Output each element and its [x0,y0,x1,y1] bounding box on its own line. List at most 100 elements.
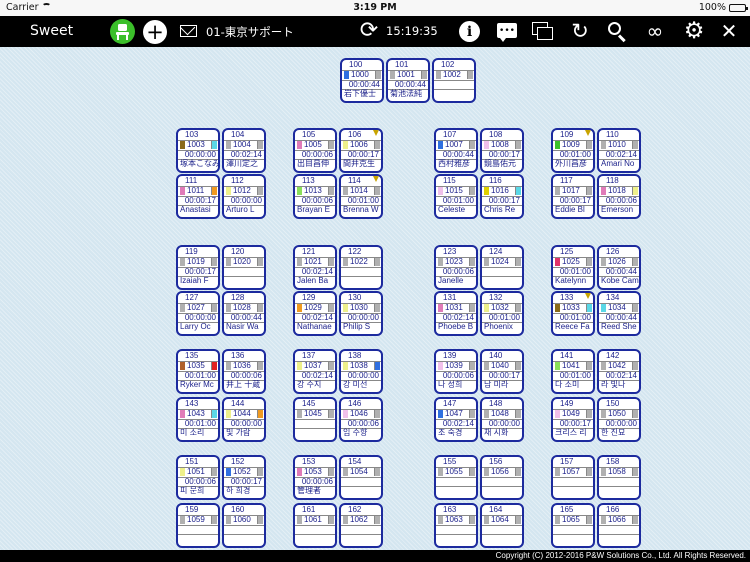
seat-108[interactable]: 108 1008 00:00:17 鏡島佑元 [480,128,524,173]
seat-104[interactable]: 104 1004 00:02:14 澤川定之 [222,128,266,173]
seat-code: 1023 [445,257,463,266]
seat-107[interactable]: 107 1007 00:00:44 西村雅彦 [434,128,478,173]
seat-159[interactable]: 159 1059 [176,503,220,548]
seat-153[interactable]: 153 1053 00:00:06 管理者 [293,455,337,500]
redo-icon[interactable]: ↻ [569,20,591,42]
seat-147[interactable]: 147 1047 00:02:14 조 숙경 [434,397,478,442]
seat-142[interactable]: 142 1042 00:02:14 라 빛나 [597,349,641,394]
elapsed-time: 00:00:17 [488,150,520,159]
seat-109[interactable]: 109 1009 00:01:00 外川昌彦 [551,128,595,173]
add-button[interactable]: + [143,20,167,44]
alert-flag-icon [585,130,591,136]
agent-name: Anastasi [180,205,211,214]
seat-152[interactable]: 152 1052 00:00:17 하 희경 [222,455,266,500]
seat-141[interactable]: 141 1041 00:01:00 다 소미 [551,349,595,394]
seat-105[interactable]: 105 1005 00:00:06 出目昌伸 [293,128,337,173]
seat-163[interactable]: 163 1063 [434,503,478,548]
seat-161[interactable]: 161 1061 [293,503,337,548]
agent-name: 강 미선 [343,380,368,389]
seat-164[interactable]: 164 1064 [480,503,524,548]
seat-136[interactable]: 136 1036 00:00:06 井上 十蔵 [222,349,266,394]
seat-157[interactable]: 157 1057 [551,455,595,500]
seat-162[interactable]: 162 1062 [339,503,383,548]
seat-156[interactable]: 156 1056 [480,455,524,500]
seat-140[interactable]: 140 1040 00:00:17 남 미라 [480,349,524,394]
seat-103[interactable]: 103 1003 00:00:00 塚本こなみ [176,128,220,173]
seat-131[interactable]: 131 1031 00:02:14 Phoebe B [434,291,478,336]
seat-138[interactable]: 138 1038 00:00:00 강 미선 [339,349,383,394]
seat-160[interactable]: 160 1060 [222,503,266,548]
seat-155[interactable]: 155 1055 [434,455,478,500]
seat-143[interactable]: 143 1043 00:01:00 미 소리 [176,397,220,442]
seat-166[interactable]: 166 1066 [597,503,641,548]
seat-number: 106 [348,130,362,139]
seat-116[interactable]: 116 1016 00:00:17 Chris Re [480,174,524,219]
chat-icon[interactable]: ••• [497,23,517,42]
status-color-swatch [297,516,302,524]
seat-123[interactable]: 123 1023 00:00:06 Janelle [434,245,478,290]
store-name[interactable]: 01-東京サポート [206,24,294,40]
seat-134[interactable]: 134 1034 00:00:44 Reed She [597,291,641,336]
seat-148[interactable]: 148 1048 00:00:00 채 시화 [480,397,524,442]
seat-135[interactable]: 135 1035 00:01:00 Ryker Mc [176,349,220,394]
link-icon[interactable]: ∞ [642,21,668,41]
seat-102[interactable]: 102 1002 [432,58,476,103]
seat-145[interactable]: 145 1045 [293,397,337,442]
elapsed-time: 00:00:06 [442,371,474,380]
seat-view-button[interactable] [110,19,135,44]
seat-120[interactable]: 120 1020 [222,245,266,290]
agent-name: Phoebe B [438,322,474,331]
seat-113[interactable]: 113 1013 00:00:06 Brayan E [293,174,337,219]
seat-111[interactable]: 111 1011 00:00:17 Anastasi [176,174,220,219]
seat-122[interactable]: 122 1022 [339,245,383,290]
seat-101[interactable]: 101 1001 00:00:44 菊池法純 [386,58,430,103]
seat-117[interactable]: 117 1017 00:00:17 Eddie Bl [551,174,595,219]
seat-121[interactable]: 121 1021 00:02:14 Jalen Ba [293,245,337,290]
seat-137[interactable]: 137 1037 00:02:14 강 수지 [293,349,337,394]
status-color-swatch-secondary [587,410,592,418]
status-color-swatch-secondary [375,141,380,149]
status-color-swatch-secondary [422,71,427,79]
seat-number: 147 [443,399,457,408]
seat-110[interactable]: 110 1010 00:02:14 Amari No [597,128,641,173]
seat-number: 133 [560,293,574,302]
search-icon[interactable] [607,21,627,43]
seat-165[interactable]: 165 1065 [551,503,595,548]
seat-133[interactable]: 133 1033 00:01:00 Reece Fa [551,291,595,336]
seat-128[interactable]: 128 1028 00:00:44 Nasir Wa [222,291,266,336]
seat-125[interactable]: 125 1025 00:01:00 Katelynn [551,245,595,290]
windows-icon[interactable] [532,22,554,41]
seat-115[interactable]: 115 1015 00:01:00 Celeste [434,174,478,219]
seat-132[interactable]: 132 1032 00:01:00 Phoenix [480,291,524,336]
seat-118[interactable]: 118 1018 00:00:06 Emerson [597,174,641,219]
close-icon[interactable]: ✕ [719,20,739,42]
seat-150[interactable]: 150 1050 00:00:00 한 진묘 [597,397,641,442]
seat-100[interactable]: 100 1000 00:00:44 岩下優士 [340,58,384,103]
status-color-swatch [343,258,348,266]
seat-114[interactable]: 114 1014 00:01:00 Brenna W [339,174,383,219]
status-color-swatch-secondary [329,362,334,370]
seat-158[interactable]: 158 1058 [597,455,641,500]
agent-name: 塚本こなみ [180,159,220,168]
seat-119[interactable]: 119 1019 00:00:17 Izaiah F [176,245,220,290]
seat-number: 109 [560,130,574,139]
seat-106[interactable]: 106 1006 00:00:17 間井克生 [339,128,383,173]
gear-icon[interactable]: ⚙ [683,20,705,43]
seat-151[interactable]: 151 1051 00:00:06 피 문희 [176,455,220,500]
seat-112[interactable]: 112 1012 00:00:00 Arturo L [222,174,266,219]
seat-149[interactable]: 149 1049 00:00:17 크리스 리 [551,397,595,442]
seat-130[interactable]: 130 1030 00:00:00 Philip S [339,291,383,336]
mail-icon[interactable] [180,25,197,37]
refresh-icon[interactable]: ⟳ [358,20,380,42]
seat-129[interactable]: 129 1029 00:02:14 Nathanae [293,291,337,336]
seat-144[interactable]: 144 1044 00:00:00 빛 가람 [222,397,266,442]
info-icon[interactable]: i [459,21,480,42]
seat-124[interactable]: 124 1024 [480,245,524,290]
seat-127[interactable]: 127 1027 00:00:00 Larry Oc [176,291,220,336]
seat-146[interactable]: 146 1046 00:00:06 임 수향 [339,397,383,442]
seat-126[interactable]: 126 1026 00:00:44 Kobe Cam [597,245,641,290]
agent-name: 鏡島佑元 [484,159,516,168]
seat-number: 119 [185,247,198,256]
seat-139[interactable]: 139 1039 00:00:06 나 성희 [434,349,478,394]
seat-154[interactable]: 154 1054 [339,455,383,500]
